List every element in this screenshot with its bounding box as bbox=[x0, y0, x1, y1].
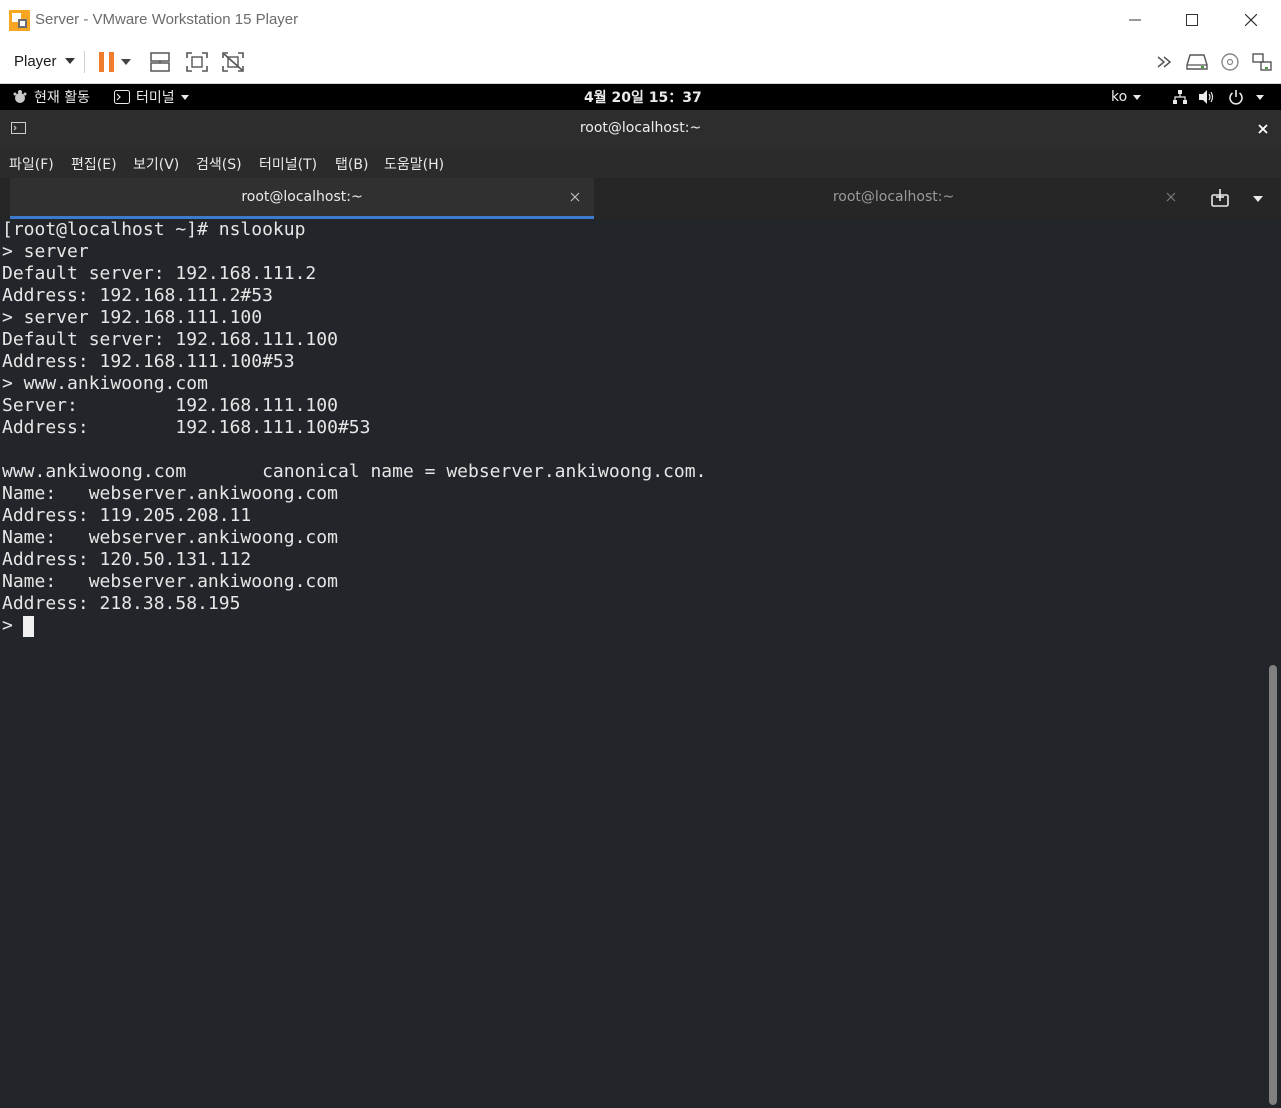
close-icon bbox=[1258, 124, 1268, 134]
menu-help[interactable]: 도움말(H) bbox=[384, 154, 444, 174]
terminal-line: Default server: 192.168.111.100 bbox=[2, 329, 338, 350]
menu-file[interactable]: 파일(F) bbox=[9, 154, 54, 174]
terminal-line: Server: 192.168.111.100 bbox=[2, 395, 338, 416]
send-ctrl-alt-del-button[interactable] bbox=[146, 48, 174, 76]
terminal-line: Address: 218.38.58.195 bbox=[2, 593, 241, 614]
more-devices-button[interactable] bbox=[1153, 48, 1181, 76]
overflow-icon bbox=[1157, 56, 1172, 68]
send-ctrl-alt-del-icon bbox=[150, 52, 170, 72]
terminal-line: Address: 192.168.111.2#53 bbox=[2, 285, 273, 306]
gnome-foot-icon bbox=[13, 90, 27, 103]
chevron-down-icon bbox=[180, 94, 189, 100]
hard-disk-icon bbox=[1186, 54, 1208, 70]
unity-button[interactable] bbox=[219, 48, 247, 76]
fullscreen-icon bbox=[186, 52, 208, 72]
terminal-tabbar: root@localhost:~ root@localhost:~ bbox=[0, 178, 1281, 219]
tab-close-button[interactable] bbox=[1163, 189, 1179, 205]
terminal-cursor bbox=[23, 616, 34, 637]
terminal-line: www.ankiwoong.com canonical name = webse… bbox=[2, 461, 707, 482]
terminal-output[interactable]: [root@localhost ~]# nslookup > server De… bbox=[2, 219, 706, 637]
terminal-line: > bbox=[2, 615, 24, 636]
menu-edit[interactable]: 편집(E) bbox=[71, 154, 117, 174]
terminal-menubar: 파일(F) 편집(E) 보기(V) 검색(S) 터미널(T) 탭(B) 도움말(… bbox=[0, 147, 1281, 178]
player-menu-button[interactable]: Player bbox=[8, 49, 81, 73]
window-title: Server - VMware Workstation 15 Player bbox=[35, 11, 299, 28]
network-adapter-icon bbox=[1252, 53, 1272, 71]
volume-icon bbox=[1199, 90, 1214, 104]
close-icon bbox=[1245, 14, 1257, 26]
hard-disk-button[interactable] bbox=[1183, 48, 1211, 76]
player-menu-label: Player bbox=[14, 52, 57, 70]
menu-view[interactable]: 보기(V) bbox=[133, 154, 179, 174]
vmware-logo-icon bbox=[9, 10, 30, 31]
chevron-down-icon bbox=[64, 58, 75, 64]
system-status-menu[interactable] bbox=[1172, 84, 1264, 110]
cd-dvd-icon bbox=[1221, 53, 1239, 71]
menu-tabs[interactable]: 탭(B) bbox=[335, 154, 368, 174]
activities-button[interactable]: 현재 활동 bbox=[12, 84, 90, 110]
vmware-titlebar: Server - VMware Workstation 15 Player bbox=[0, 0, 1281, 41]
app-menu-label: 터미널 bbox=[136, 90, 175, 106]
terminal-close-button[interactable] bbox=[1254, 120, 1272, 138]
terminal-line: Default server: 192.168.111.2 bbox=[2, 263, 317, 284]
chevron-down-icon bbox=[121, 59, 131, 65]
terminal-scrollbar[interactable] bbox=[1269, 665, 1277, 1105]
cd-dvd-button[interactable] bbox=[1216, 48, 1244, 76]
power-icon bbox=[1229, 90, 1243, 105]
close-icon bbox=[570, 192, 580, 202]
maximize-button[interactable] bbox=[1170, 6, 1214, 34]
close-icon bbox=[1166, 192, 1176, 202]
tab-root-localhost-1[interactable]: root@localhost:~ bbox=[10, 178, 594, 219]
pause-dropdown-button[interactable] bbox=[117, 48, 135, 76]
terminal-line: [root@localhost ~]# nslookup bbox=[2, 219, 306, 240]
vmware-toolbar: Player bbox=[0, 41, 1281, 84]
terminal-line: Name: webserver.ankiwoong.com bbox=[2, 483, 338, 504]
terminal-line: Name: webserver.ankiwoong.com bbox=[2, 571, 338, 592]
terminal-line: > www.ankiwoong.com bbox=[2, 373, 208, 394]
fullscreen-button[interactable] bbox=[183, 48, 211, 76]
terminal-body[interactable]: [root@localhost ~]# nslookup > server De… bbox=[0, 219, 1281, 1108]
terminal-app-icon bbox=[114, 90, 130, 104]
toolbar-divider bbox=[84, 51, 85, 73]
language-label: ko bbox=[1111, 89, 1128, 105]
terminal-line: Address: 119.205.208.11 bbox=[2, 505, 252, 526]
menu-search[interactable]: 검색(S) bbox=[196, 154, 242, 174]
gnome-top-bar: 현재 활동 터미널 4월 20일 15：37 ko bbox=[0, 84, 1281, 110]
input-method-indicator[interactable]: ko bbox=[1111, 84, 1142, 110]
tab-label: root@localhost:~ bbox=[832, 189, 955, 205]
menu-terminal[interactable]: 터미널(T) bbox=[259, 154, 317, 174]
tab-root-localhost-2[interactable]: root@localhost:~ bbox=[596, 178, 1191, 219]
minimize-icon bbox=[1129, 19, 1141, 21]
activities-label: 현재 활동 bbox=[34, 90, 90, 106]
terminal-line: Address: 192.168.111.100#53 bbox=[2, 351, 295, 372]
close-window-button[interactable] bbox=[1229, 6, 1273, 34]
network-wired-icon bbox=[1173, 90, 1187, 104]
chevron-down-icon bbox=[1133, 94, 1142, 100]
unity-icon bbox=[222, 52, 244, 72]
terminal-line: > server 192.168.111.100 bbox=[2, 307, 263, 328]
maximize-icon bbox=[1186, 14, 1198, 26]
pause-icon bbox=[99, 52, 114, 72]
chevron-down-icon bbox=[1256, 94, 1264, 100]
network-adapter-button[interactable] bbox=[1248, 48, 1276, 76]
terminal-line: Name: webserver.ankiwoong.com bbox=[2, 527, 338, 548]
minimize-button[interactable] bbox=[1113, 6, 1157, 34]
tab-label: root@localhost:~ bbox=[241, 189, 363, 205]
terminal-headerbar: root@localhost:~ bbox=[0, 110, 1281, 147]
terminal-line: Address: 192.168.111.100#53 bbox=[2, 417, 371, 438]
new-tab-icon[interactable] bbox=[1208, 188, 1232, 210]
terminal-line: > server bbox=[2, 241, 89, 262]
terminal-line: Address: 120.50.131.112 bbox=[2, 549, 252, 570]
clock[interactable]: 4월 20일 15：37 bbox=[584, 84, 702, 110]
app-menu-terminal[interactable]: 터미널 bbox=[114, 84, 189, 110]
chevron-down-icon[interactable] bbox=[1250, 192, 1266, 206]
tab-close-button[interactable] bbox=[567, 189, 583, 205]
terminal-title: root@localhost:~ bbox=[579, 120, 702, 136]
